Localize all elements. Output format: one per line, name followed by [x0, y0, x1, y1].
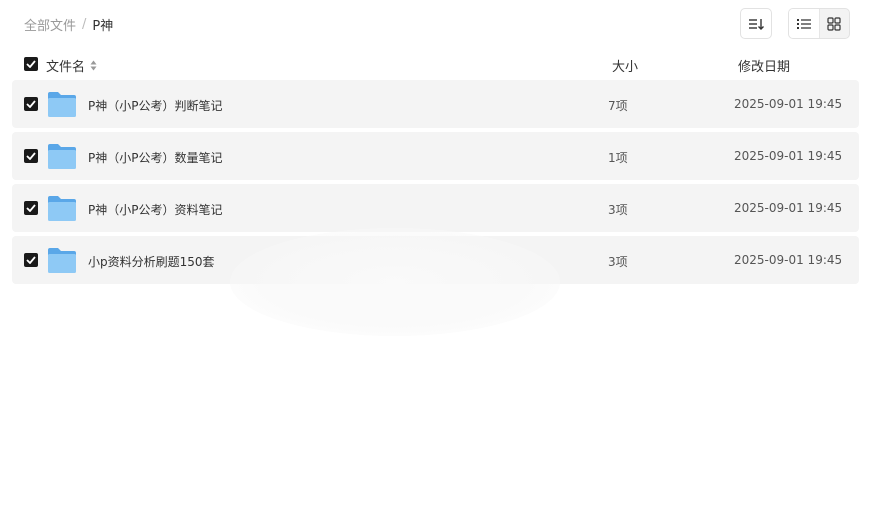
top-bar: 全部文件 / P神 — [0, 0, 874, 46]
check-icon — [26, 204, 36, 212]
breadcrumb-root-link[interactable]: 全部文件 — [24, 15, 76, 34]
size-column-header[interactable]: 大小 — [612, 56, 638, 75]
list-view-button[interactable] — [789, 9, 820, 38]
file-list: P神（小P公考）判断笔记 7项 2025-09-01 19:45 P神（小P公考… — [12, 80, 859, 288]
grid-view-icon — [827, 16, 841, 31]
check-icon — [26, 152, 36, 160]
sort-toggle-icon — [90, 60, 97, 71]
check-icon — [26, 100, 36, 108]
table-row[interactable]: P神（小P公考）判断笔记 7项 2025-09-01 19:45 — [12, 80, 859, 128]
date-column-header[interactable]: 修改日期 — [738, 56, 790, 75]
breadcrumb: 全部文件 / P神 — [24, 15, 113, 34]
file-size: 3项 — [608, 203, 628, 217]
file-date: 2025-09-01 19:45 — [734, 201, 843, 215]
folder-icon — [48, 248, 76, 273]
breadcrumb-separator: / — [82, 17, 87, 32]
file-name[interactable]: P神（小P公考）判断笔记 — [88, 97, 222, 114]
row-checkbox[interactable] — [24, 253, 38, 267]
grid-view-button[interactable] — [820, 9, 850, 38]
row-checkbox[interactable] — [24, 149, 38, 163]
row-checkbox[interactable] — [24, 201, 38, 215]
folder-icon — [48, 92, 76, 117]
table-header: 文件名 大小 修改日期 — [12, 52, 859, 76]
folder-icon — [48, 196, 76, 221]
file-size: 7项 — [608, 99, 628, 113]
file-name[interactable]: 小p资料分析刷题150套 — [88, 253, 215, 270]
view-toggle-group — [788, 8, 850, 39]
sort-button[interactable] — [740, 8, 772, 39]
file-name[interactable]: P神（小P公考）数量笔记 — [88, 149, 222, 166]
table-row[interactable]: P神（小P公考）数量笔记 1项 2025-09-01 19:45 — [12, 132, 859, 180]
select-all-checkbox[interactable] — [24, 57, 38, 71]
file-date: 2025-09-01 19:45 — [734, 253, 843, 267]
table-row[interactable]: 小p资料分析刷题150套 3项 2025-09-01 19:45 — [12, 236, 859, 284]
name-column-label: 文件名 — [46, 60, 86, 75]
file-date: 2025-09-01 19:45 — [734, 97, 843, 111]
breadcrumb-current: P神 — [92, 19, 114, 34]
table-row[interactable]: P神（小P公考）资料笔记 3项 2025-09-01 19:45 — [12, 184, 859, 232]
check-icon — [26, 60, 36, 68]
file-date: 2025-09-01 19:45 — [734, 149, 843, 163]
file-name[interactable]: P神（小P公考）资料笔记 — [88, 201, 222, 218]
check-icon — [26, 256, 36, 264]
list-view-icon — [796, 18, 811, 29]
sort-lines-icon — [749, 18, 764, 30]
file-size: 3项 — [608, 255, 628, 269]
row-checkbox[interactable] — [24, 97, 38, 111]
name-column-header[interactable]: 文件名 — [46, 56, 97, 75]
folder-icon — [48, 144, 76, 169]
file-size: 1项 — [608, 151, 628, 165]
